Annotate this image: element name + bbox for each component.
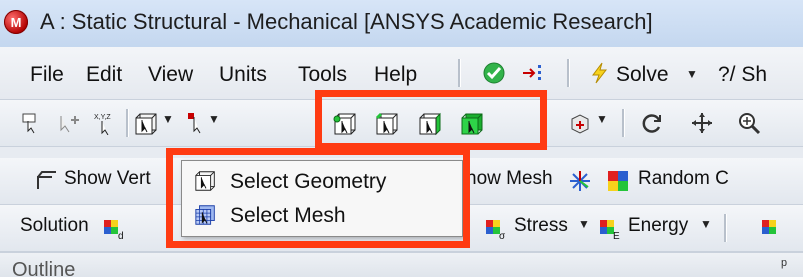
select-type-dropdown-arrow[interactable]: ▼ (208, 112, 220, 126)
pin-icon[interactable]: ᵖ (781, 257, 787, 275)
stress-button[interactable]: Stress (514, 215, 568, 237)
menu-edit[interactable]: Edit (86, 63, 122, 87)
mechanical-window: M A : Static Structural - Mechanical [AN… (0, 0, 803, 277)
title-bar: M A : Static Structural - Mechanical [AN… (0, 0, 803, 48)
menu-help[interactable]: Help (374, 63, 417, 87)
menu-units[interactable]: Units (219, 63, 267, 87)
menu-item-select-mesh[interactable]: Select Mesh (190, 200, 450, 231)
add-component-dropdown-arrow[interactable]: ▼ (596, 112, 608, 126)
select-mesh-icon (195, 205, 215, 225)
show-vertices-icon[interactable] (34, 169, 58, 193)
deformation-subscript: d (118, 231, 124, 240)
toolbar-separator (622, 109, 625, 137)
graphics-toolbar: X,Y,Z ▼ ▼ ▼ (0, 100, 803, 147)
add-point-icon[interactable] (57, 111, 81, 135)
menu-separator (567, 59, 570, 87)
select-vertex-icon[interactable] (333, 111, 359, 137)
menu-separator (458, 59, 461, 87)
show-vertices-button[interactable]: Show Vert (64, 168, 151, 190)
stress-subscript: σ (499, 231, 506, 240)
select-face-icon[interactable] (418, 111, 444, 137)
solve-button[interactable]: Solve (616, 63, 669, 87)
deformation-icon[interactable]: d (102, 216, 126, 240)
show-mesh-button[interactable]: how Mesh (466, 168, 553, 190)
zoom-icon[interactable] (737, 111, 761, 135)
select-body-icon[interactable] (460, 111, 486, 137)
toolbar-separator (126, 109, 129, 137)
menu-bar: File Edit View Units Tools Help Solve ▼ … (0, 47, 803, 100)
select-geometry-label: Select Geometry (230, 170, 387, 193)
select-edge-icon[interactable] (375, 111, 401, 137)
outline-title: Outline (12, 259, 76, 277)
menu-item-select-geometry[interactable]: Select Geometry (190, 166, 450, 197)
probe-icon[interactable] (760, 216, 784, 240)
select-geometry-icon (195, 171, 215, 191)
app-icon[interactable]: M (4, 10, 28, 34)
select-geometry-dropdown-icon[interactable] (134, 111, 160, 137)
check-icon[interactable] (482, 61, 506, 85)
pan-icon[interactable] (690, 111, 714, 135)
select-mode-icon[interactable] (20, 111, 44, 135)
svg-text:X,Y,Z: X,Y,Z (94, 114, 111, 121)
energy-dropdown-arrow[interactable]: ▼ (700, 217, 712, 231)
xyz-coordinate-icon[interactable]: X,Y,Z (92, 111, 116, 135)
solution-label: Solution (20, 215, 89, 236)
select-mode-dropdown-menu: Select Geometry Select Mesh (181, 160, 463, 237)
add-component-icon[interactable] (568, 111, 592, 135)
rotate-icon[interactable] (640, 111, 664, 135)
menu-view[interactable]: View (148, 63, 193, 87)
stress-dropdown-arrow[interactable]: ▼ (578, 217, 590, 231)
probe-button[interactable]: ?/ Sh (718, 63, 767, 87)
stress-icon[interactable]: σ (484, 216, 508, 240)
random-colors-button[interactable]: Random C (638, 168, 729, 190)
window-title: A : Static Structural - Mechanical [ANSY… (40, 9, 653, 34)
mesh-star-icon[interactable] (568, 169, 592, 193)
select-geometry-dropdown-arrow[interactable]: ▼ (162, 112, 174, 126)
random-colors-icon[interactable] (606, 169, 630, 193)
energy-subscript: E (613, 231, 620, 240)
tree-sort-icon[interactable] (520, 61, 544, 85)
toolbar-separator (724, 214, 727, 242)
outline-panel-header: Outline ᵖ (0, 252, 803, 277)
select-mesh-label: Select Mesh (230, 204, 346, 227)
energy-icon[interactable]: E (598, 216, 622, 240)
select-type-icon[interactable] (186, 111, 210, 135)
energy-button[interactable]: Energy (628, 215, 688, 237)
solve-lightning-icon[interactable] (588, 61, 612, 85)
menu-tools[interactable]: Tools (298, 63, 347, 87)
solve-dropdown-arrow[interactable]: ▼ (686, 67, 698, 81)
menu-file[interactable]: File (30, 63, 64, 87)
